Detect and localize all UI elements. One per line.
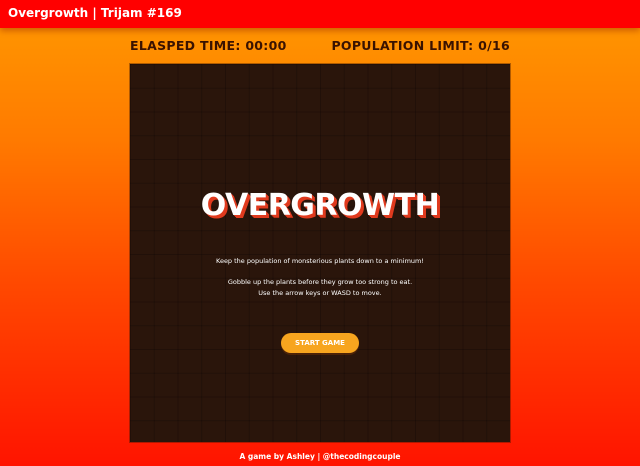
start-game-button[interactable]: START GAME	[281, 333, 359, 353]
elapsed-time-label: ELASPED TIME: 00:00	[130, 38, 287, 53]
footer-credit: A game by Ashley | @thecodingcouple	[239, 452, 401, 461]
top-bar: Overgrowth | Trijam #169	[0, 0, 640, 28]
instruction-controls: Use the arrow keys or WASD to move.	[258, 289, 382, 297]
instruction-gobble: Gobble up the plants before they grow to…	[227, 278, 413, 286]
game-board[interactable]: OVERGROWTH Keep the population of monste…	[130, 64, 510, 442]
instruction-goal: Keep the population of monsterious plant…	[216, 257, 424, 265]
game-title: OVERGROWTH	[200, 188, 440, 223]
population-limit-label: POPULATION LIMIT: 0/16	[331, 38, 510, 53]
page-title: Overgrowth | Trijam #169	[8, 6, 182, 20]
